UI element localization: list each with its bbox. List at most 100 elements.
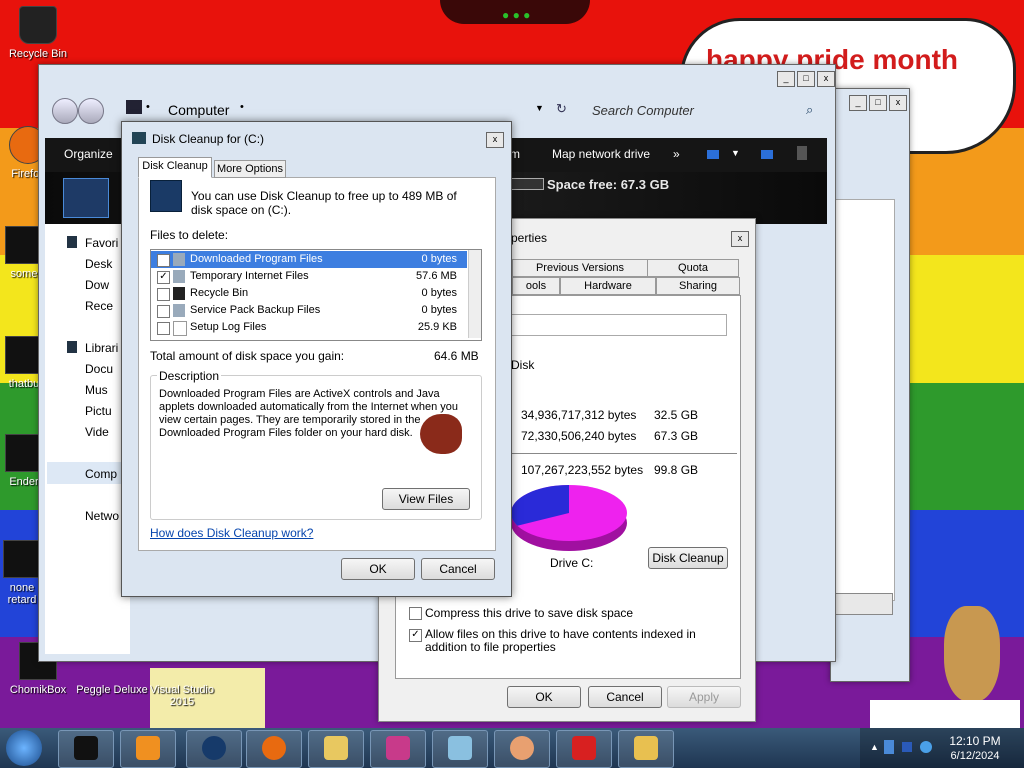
file-row[interactable]: Service Pack Backup Files 0 bytes — [151, 302, 467, 319]
clock-date[interactable]: 6/12/2024 — [946, 750, 1004, 762]
background-window[interactable]: _ □ x — [830, 88, 910, 682]
nav-item-computer[interactable]: Comp — [85, 467, 117, 481]
disk-cleanup-intro: You can use Disk Cleanup to free up to 4… — [191, 189, 457, 217]
taskbar-button[interactable] — [494, 730, 550, 768]
file-row[interactable]: Recycle Bin 0 bytes — [151, 285, 467, 302]
desktop-icon-visual-studio[interactable]: Visual Studio 2015 — [146, 684, 218, 708]
total-gain-label: Total amount of disk space you gain: — [150, 349, 345, 363]
breadcrumb-separator: • — [240, 101, 244, 113]
list-scrollbar[interactable] — [468, 250, 481, 338]
index-checkbox[interactable]: ✓ — [409, 629, 422, 642]
network-icon[interactable] — [902, 742, 912, 752]
file-row[interactable]: Setup Log Files 25.9 KB — [151, 319, 467, 336]
file-name: Temporary Internet Files — [190, 270, 309, 282]
search-input[interactable]: Search Computer — [592, 103, 694, 118]
tray-expand-icon[interactable]: ▲ — [870, 742, 879, 752]
nav-item-libraries[interactable]: Librari — [85, 341, 118, 355]
file-type-icon — [173, 270, 185, 283]
file-checkbox[interactable]: ✓ — [157, 271, 170, 284]
files-to-delete-list[interactable]: ✓ Downloaded Program Files 0 bytes ✓ Tem… — [150, 249, 482, 341]
taskbar-button[interactable] — [308, 730, 364, 768]
media-player-icon — [136, 736, 160, 760]
help-link[interactable]: How does Disk Cleanup work? — [150, 526, 313, 540]
compress-checkbox[interactable] — [409, 607, 422, 620]
preview-pane-icon[interactable] — [761, 150, 773, 159]
file-checkbox[interactable] — [157, 305, 170, 318]
maximize-icon[interactable]: □ — [797, 71, 815, 87]
background-window-content — [831, 199, 895, 601]
back-button[interactable] — [52, 98, 78, 124]
desktop-icon-recycle-bin[interactable]: Recycle Bin — [2, 6, 74, 60]
taskbar-button[interactable] — [556, 730, 612, 768]
folder-tools-icon — [634, 736, 658, 760]
tab-previous-versions[interactable]: Previous Versions — [512, 259, 648, 277]
volume-icon[interactable] — [920, 741, 932, 753]
close-icon[interactable]: x — [731, 231, 749, 247]
nav-item-videos[interactable]: Vide — [85, 425, 109, 439]
taskbar-button[interactable] — [246, 730, 302, 768]
file-checkbox[interactable] — [157, 288, 170, 301]
taskbar-button[interactable] — [120, 730, 176, 768]
tray-device-icon[interactable] — [884, 740, 894, 754]
nav-item-favorites[interactable]: Favori — [85, 236, 118, 250]
address-bar-text[interactable]: Computer — [168, 102, 229, 118]
view-files-button[interactable]: View Files — [382, 488, 470, 510]
nav-item-documents[interactable]: Docu — [85, 362, 113, 376]
tab-quota[interactable]: Quota — [647, 259, 739, 277]
tab-tools[interactable]: ools — [512, 277, 560, 295]
apply-button[interactable]: Apply — [667, 686, 741, 708]
address-dropdown-icon[interactable]: ▼ — [535, 103, 544, 113]
nav-item-music[interactable]: Mus — [85, 383, 108, 397]
tab-hardware[interactable]: Hardware — [560, 277, 656, 295]
close-icon[interactable]: x — [486, 132, 504, 148]
used-space-bytes: 34,936,717,312 bytes — [521, 408, 637, 422]
nav-item-recent[interactable]: Rece — [85, 299, 113, 313]
map-network-drive-button[interactable]: Map network drive — [552, 147, 650, 161]
taskbar-button[interactable] — [186, 730, 242, 768]
index-label: Allow files on this drive to have conten… — [425, 627, 696, 654]
file-checkbox[interactable]: ✓ — [157, 254, 170, 267]
file-row[interactable]: ✓ Temporary Internet Files 57.6 MB — [151, 268, 467, 285]
ok-button[interactable]: OK — [341, 558, 415, 580]
search-icon[interactable]: ⌕ — [806, 102, 813, 118]
desktop-icon-label: Ender — [9, 476, 39, 488]
background-window-dropdown[interactable] — [831, 593, 893, 615]
nav-item-network[interactable]: Netwo — [85, 509, 119, 523]
file-checkbox[interactable] — [157, 322, 170, 335]
refresh-icon[interactable]: ↻ — [556, 101, 567, 117]
disk-cleanup-button[interactable]: Disk Cleanup — [648, 547, 728, 569]
minimize-icon[interactable]: _ — [777, 71, 795, 87]
minimize-icon[interactable]: _ — [849, 95, 867, 111]
close-icon[interactable]: x — [889, 95, 907, 111]
nav-item-pictures[interactable]: Pictu — [85, 404, 112, 418]
toolbar-more-button[interactable]: » — [673, 147, 680, 161]
desktop-icon-peggle[interactable]: Peggle Deluxe — [76, 684, 148, 696]
forward-button[interactable] — [78, 98, 104, 124]
tab-disk-cleanup[interactable]: Disk Cleanup — [138, 157, 212, 178]
organize-button[interactable]: Organize — [64, 147, 113, 161]
nav-item-downloads[interactable]: Dow — [85, 278, 109, 292]
taskbar-button[interactable] — [58, 730, 114, 768]
file-row[interactable]: ✓ Downloaded Program Files 0 bytes — [151, 251, 467, 268]
close-icon[interactable]: x — [817, 71, 835, 87]
space-bar — [510, 178, 544, 190]
taskbar-button[interactable] — [432, 730, 488, 768]
nav-item-desktop[interactable]: Desk — [85, 257, 112, 271]
tab-sharing[interactable]: Sharing — [656, 277, 740, 295]
cancel-button[interactable]: Cancel — [588, 686, 662, 708]
start-orb-icon[interactable] — [6, 730, 42, 766]
taskbar-button[interactable] — [618, 730, 674, 768]
maximize-icon[interactable]: □ — [869, 95, 887, 111]
view-dropdown-icon[interactable]: ▼ — [731, 148, 740, 158]
help-icon[interactable] — [797, 146, 807, 160]
explorer-folder-icon — [324, 736, 348, 760]
view-icon[interactable] — [707, 150, 719, 159]
ok-button[interactable]: OK — [507, 686, 581, 708]
breadcrumb-separator: • — [146, 101, 150, 113]
game-icon — [572, 736, 596, 760]
tab-more-options[interactable]: More Options — [214, 160, 286, 178]
taskbar-button[interactable] — [370, 730, 426, 768]
cancel-button[interactable]: Cancel — [421, 558, 495, 580]
clock-time[interactable]: 12:10 PM — [946, 734, 1004, 748]
drive-name-field[interactable] — [511, 314, 727, 336]
